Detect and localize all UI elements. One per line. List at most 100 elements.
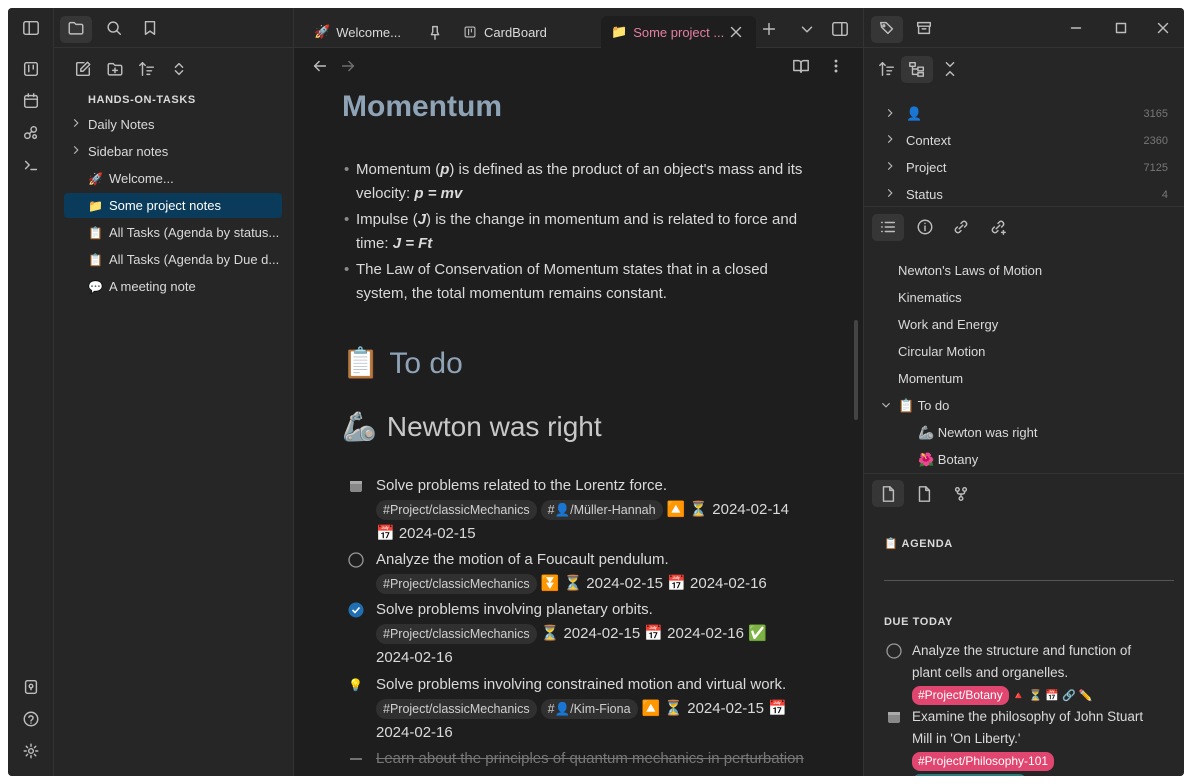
agenda-tag[interactable]: #Project/Philosophy-101: [912, 752, 1055, 771]
outline-item[interactable]: 🌺 Botany: [918, 452, 978, 468]
task-checkbox[interactable]: [348, 552, 364, 568]
task-checkbox[interactable]: [348, 751, 364, 767]
sort-icon[interactable]: [136, 58, 158, 80]
window-close-icon[interactable]: [1152, 17, 1174, 39]
chevron-right-icon[interactable]: [884, 133, 896, 148]
terminal-icon[interactable]: [20, 154, 42, 176]
outgoing-links-icon[interactable]: [950, 216, 972, 238]
expand-collapse-icon[interactable]: [168, 58, 190, 80]
file-emoji-icon: 📋: [88, 252, 103, 267]
task-text: Solve problems related to the Lorentz fo…: [376, 477, 667, 494]
close-icon[interactable]: [725, 21, 747, 43]
file-emoji-icon: 💬: [88, 279, 103, 294]
new-note-icon[interactable]: [72, 58, 94, 80]
tag-row[interactable]: Context 2360: [884, 133, 1174, 148]
tab-cardboard[interactable]: CardBoard: [452, 16, 592, 48]
bullet-text: Impulse (: [356, 211, 418, 228]
agenda-tag[interactable]: #Project/Botany: [912, 686, 1009, 705]
right-sidebar-toggle-icon[interactable]: [829, 18, 851, 40]
ribbon: [8, 8, 54, 776]
more-options-icon[interactable]: [825, 55, 847, 77]
info-icon[interactable]: [914, 216, 936, 238]
backlinks-icon[interactable]: [987, 216, 1009, 238]
chevron-right-icon[interactable]: [884, 160, 896, 175]
vault-icon[interactable]: [20, 676, 42, 698]
tab-label: Welcome...: [336, 24, 401, 40]
outline-item[interactable]: Circular Motion: [898, 344, 985, 359]
task-tag[interactable]: #Project/classicMechanics: [376, 624, 537, 644]
chevron-down-icon[interactable]: [880, 399, 892, 414]
agenda-tag[interactable]: #👤/Mendoza-Jack: [912, 774, 1027, 776]
task-checkbox[interactable]: [886, 709, 902, 732]
task-tag[interactable]: #Project/classicMechanics: [376, 699, 537, 719]
cardboard-icon: [462, 24, 478, 40]
scrollbar[interactable]: [854, 320, 858, 420]
task-tag[interactable]: #Project/classicMechanics: [376, 574, 537, 594]
tree-view-icon[interactable]: [906, 58, 928, 80]
graph-icon[interactable]: [20, 122, 42, 144]
kanban-icon[interactable]: [20, 58, 42, 80]
list-icon[interactable]: [877, 216, 899, 238]
archive-icon[interactable]: [913, 17, 935, 39]
right-sidebar: 👤 3165 Context 2360 Project 7125 Status 4 Newto…: [863, 8, 1184, 776]
file-item[interactable]: 📋 All Tasks (Agenda by Due d...: [64, 247, 282, 272]
back-arrow-icon[interactable]: [309, 55, 331, 77]
task-checkbox[interactable]: 💡: [348, 673, 364, 692]
fork-icon[interactable]: [950, 483, 972, 505]
chevron-down-icon[interactable]: [796, 18, 818, 40]
tag-row[interactable]: Project 7125: [884, 160, 1174, 175]
help-icon[interactable]: [20, 708, 42, 730]
outline-item[interactable]: Kinematics: [898, 290, 962, 305]
minimize-icon[interactable]: [1065, 17, 1087, 39]
file-item[interactable]: 📁 Some project notes: [64, 193, 282, 218]
agenda-item: Analyze the structure and function of pl…: [886, 640, 1162, 707]
reading-view-icon[interactable]: [790, 55, 812, 77]
outline-item[interactable]: Momentum: [898, 371, 963, 386]
chevron-right-icon[interactable]: [70, 144, 84, 158]
tag-row[interactable]: 👤 3165: [884, 106, 1174, 122]
task-text: Solve problems involving planetary orbit…: [376, 601, 653, 618]
chevron-right-icon[interactable]: [884, 107, 896, 122]
new-folder-icon[interactable]: [104, 58, 126, 80]
file-item[interactable]: 📋 All Tasks (Agenda by status...: [64, 220, 282, 245]
file-outline-icon[interactable]: [913, 483, 935, 505]
chevron-right-icon[interactable]: [884, 187, 896, 202]
task-checkbox[interactable]: [886, 643, 902, 666]
pin-icon[interactable]: [424, 21, 446, 43]
chevron-right-icon[interactable]: [70, 117, 84, 131]
outline-item[interactable]: 📋 To do: [882, 398, 949, 414]
sidebar-toggle-icon[interactable]: [20, 17, 42, 39]
folder-item[interactable]: Daily Notes: [64, 112, 282, 137]
task-tag[interactable]: #Project/classicMechanics: [376, 500, 537, 520]
tab-some-project-notes[interactable]: 📁 Some project ...: [601, 16, 756, 48]
tab-welcome[interactable]: 🚀 Welcome...: [304, 16, 429, 48]
new-tab-icon[interactable]: [758, 18, 780, 40]
file-item[interactable]: 💬 A meeting note: [64, 274, 282, 299]
file-label: Daily Notes: [88, 117, 155, 132]
maximize-icon[interactable]: [1110, 17, 1132, 39]
calendar-icon[interactable]: [20, 90, 42, 112]
task-checkbox[interactable]: [348, 602, 364, 618]
file-icon[interactable]: [877, 483, 899, 505]
task-checkbox[interactable]: [348, 478, 364, 494]
bookmark-icon[interactable]: [139, 17, 161, 39]
search-icon[interactable]: [103, 17, 125, 39]
tag-row[interactable]: Status 4: [884, 187, 1174, 202]
task-tag[interactable]: #👤/Müller-Hannah: [540, 500, 663, 520]
outline-item[interactable]: 🦾 Newton was right: [918, 425, 1038, 441]
collapse-icon[interactable]: [939, 58, 961, 80]
outline-label: Momentum: [898, 371, 964, 386]
outline-item[interactable]: Newton's Laws of Motion: [898, 263, 1042, 278]
folder-item[interactable]: Sidebar notes: [64, 139, 282, 164]
settings-icon[interactable]: [20, 740, 42, 762]
folder-icon[interactable]: [65, 17, 87, 39]
file-label: Some project notes: [108, 198, 221, 213]
forward-arrow-icon[interactable]: [337, 55, 359, 77]
task-tag[interactable]: #👤/Kim-Fiona: [540, 699, 638, 719]
file-item[interactable]: 🚀 Welcome...: [64, 166, 282, 191]
tags-icon[interactable]: [876, 17, 898, 39]
math: p = mv: [414, 185, 463, 202]
note-title: Momentum: [342, 90, 502, 123]
sort-icon[interactable]: [876, 58, 898, 80]
outline-item[interactable]: Work and Energy: [898, 317, 998, 332]
